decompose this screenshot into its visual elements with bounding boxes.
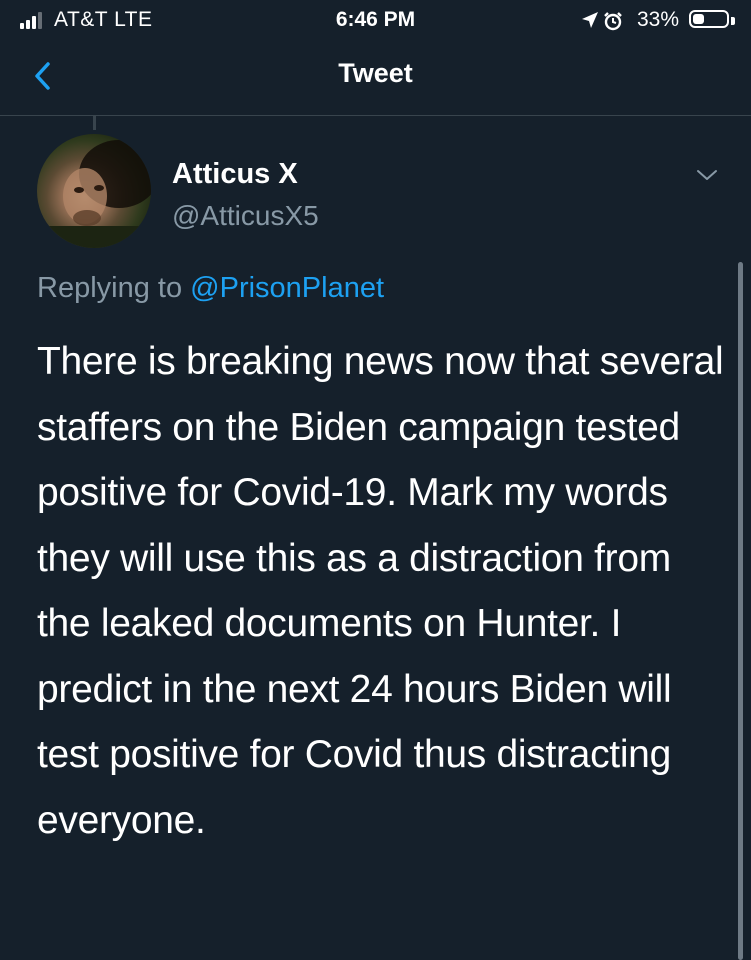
replying-to-mention[interactable]: @PrisonPlanet	[190, 272, 384, 304]
username[interactable]: @AtticusX5	[172, 200, 319, 232]
replying-to-label: Replying to	[37, 272, 191, 304]
location-icon	[582, 12, 598, 28]
page-title: Tweet	[338, 58, 413, 88]
chevron-down-icon[interactable]	[694, 166, 720, 184]
avatar[interactable]	[37, 134, 151, 248]
scrollbar[interactable]	[738, 262, 743, 960]
battery-icon	[689, 10, 729, 28]
replying-to: Replying to @PrisonPlanet	[37, 272, 384, 305]
status-bar: AT&T LTE 6:46 PM 33%	[0, 0, 751, 40]
battery-percentage: 33%	[636, 8, 679, 31]
battery-level	[693, 14, 704, 24]
display-name[interactable]: Atticus X	[172, 158, 298, 191]
nav-bar: Tweet	[0, 40, 751, 116]
thread-line	[93, 116, 96, 130]
avatar-image	[37, 140, 151, 248]
alarm-icon	[604, 12, 622, 31]
tweet-text: There is breaking news now that several …	[37, 340, 724, 842]
